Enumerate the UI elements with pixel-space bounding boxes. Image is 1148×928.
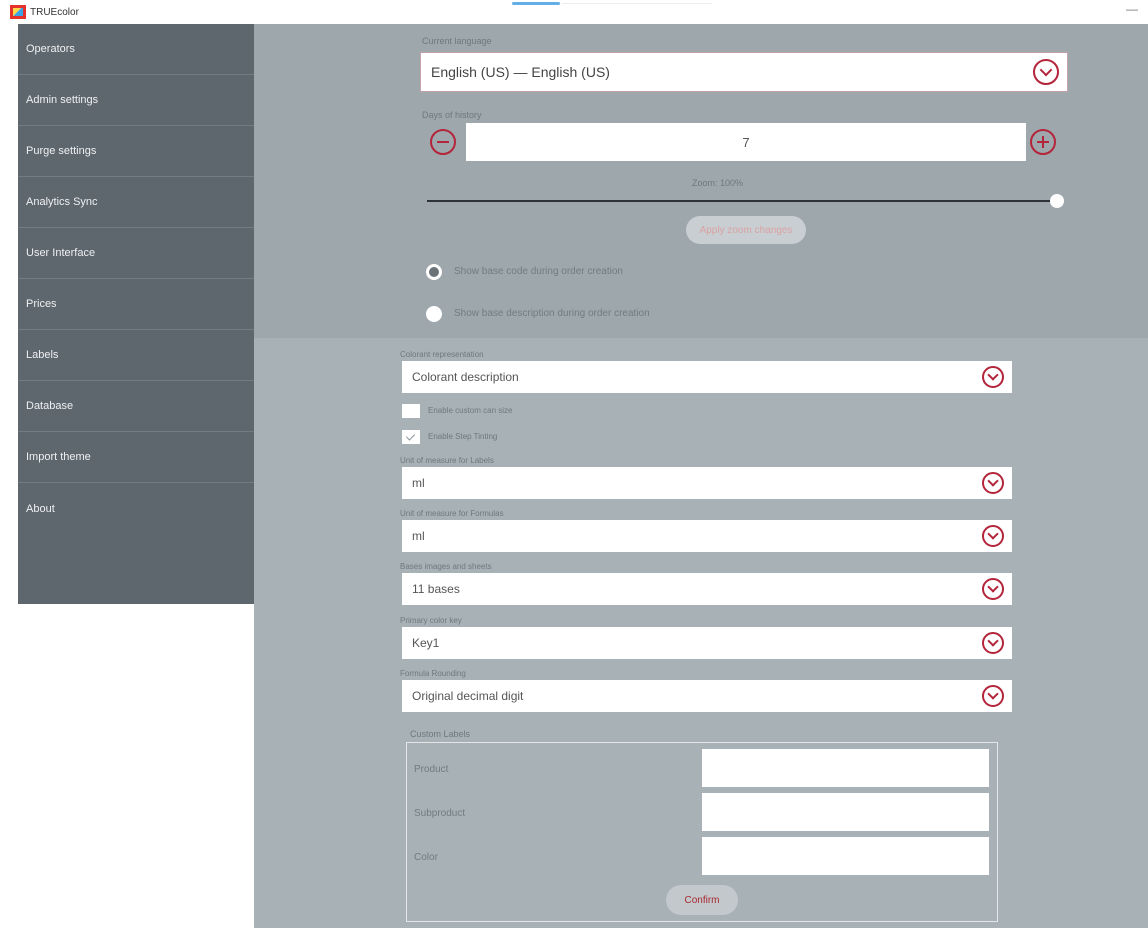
formula-rounding-label: Formula Rounding: [400, 669, 466, 678]
zoom-slider-thumb[interactable]: [1050, 194, 1064, 208]
sidebar-item-user-interface[interactable]: User Interface: [18, 228, 254, 279]
custom-label-subproduct-input[interactable]: [702, 793, 989, 831]
decrement-button[interactable]: [430, 129, 456, 155]
unit-labels-value: ml: [412, 476, 425, 490]
loading-indicator: [512, 2, 560, 5]
custom-can-size-checkbox[interactable]: [402, 404, 420, 418]
sidebar-item-about[interactable]: About: [18, 483, 254, 534]
sidebar-item-admin-settings[interactable]: Admin settings: [18, 75, 254, 126]
app-title: TRUEcolor: [30, 6, 79, 18]
step-tinting-checkbox[interactable]: [402, 430, 420, 444]
custom-labels-title: Custom Labels: [410, 729, 471, 739]
formula-rounding-value: Original decimal digit: [412, 689, 524, 703]
base-description-label: Show base description during order creat…: [454, 308, 650, 319]
chevron-down-icon: [982, 366, 1004, 388]
custom-label-subproduct-label: Subproduct: [414, 808, 466, 819]
unit-labels-select[interactable]: ml: [402, 467, 1012, 499]
history-label: Days of history: [422, 110, 482, 120]
custom-label-color-input[interactable]: [702, 837, 989, 875]
chevron-down-icon: [982, 525, 1004, 547]
zoom-slider-track[interactable]: [427, 200, 1057, 202]
chevron-down-icon: [982, 472, 1004, 494]
language-select[interactable]: English (US) — English (US): [420, 52, 1068, 92]
step-tinting-label: Enable Step Tinting: [428, 432, 498, 441]
unit-labels-label: Unit of measure for Labels: [400, 456, 494, 465]
sidebar-item-prices[interactable]: Prices: [18, 279, 254, 330]
chevron-down-icon: [1033, 59, 1059, 85]
base-code-radio[interactable]: [426, 264, 442, 280]
base-code-label: Show base code during order creation: [454, 266, 623, 277]
primary-color-key-value: Key1: [412, 636, 440, 650]
loading-indicator-track: [562, 3, 712, 4]
sidebar-item-purge-settings[interactable]: Purge settings: [18, 126, 254, 177]
language-value: English (US) — English (US): [431, 64, 610, 80]
sidebar: Operators Admin settings Purge settings …: [18, 24, 254, 604]
bases-images-select[interactable]: 11 bases: [402, 573, 1012, 605]
sidebar-item-operators[interactable]: Operators: [18, 24, 254, 75]
primary-color-key-select[interactable]: Key1: [402, 627, 1012, 659]
history-value[interactable]: 7: [466, 123, 1026, 161]
formula-rounding-select[interactable]: Original decimal digit: [402, 680, 1012, 712]
minimize-button[interactable]: —: [1124, 2, 1140, 18]
title-bar: TRUEcolor —: [0, 0, 1148, 24]
chevron-down-icon: [982, 578, 1004, 600]
zoom-label: Zoom: 100%: [692, 178, 744, 188]
chevron-down-icon: [982, 685, 1004, 707]
colorant-representation-label: Colorant representation: [400, 350, 484, 359]
unit-formulas-label: Unit of measure for Formulas: [400, 509, 504, 518]
custom-can-size-label: Enable custom can size: [428, 406, 513, 415]
apply-zoom-button[interactable]: Apply zoom changes: [686, 216, 806, 244]
sidebar-item-labels[interactable]: Labels: [18, 330, 254, 381]
sidebar-item-import-theme[interactable]: Import theme: [18, 432, 254, 483]
sidebar-item-database[interactable]: Database: [18, 381, 254, 432]
bases-images-value: 11 bases: [412, 582, 460, 596]
unit-formulas-value: ml: [412, 529, 425, 543]
language-label: Current language: [422, 36, 492, 46]
custom-label-product-label: Product: [414, 764, 449, 775]
chevron-down-icon: [982, 632, 1004, 654]
custom-label-product-input[interactable]: [702, 749, 989, 787]
colorant-representation-select[interactable]: Colorant description: [402, 361, 1012, 393]
confirm-button[interactable]: Confirm: [666, 885, 738, 915]
custom-label-color-label: Color: [414, 852, 438, 863]
app-logo-icon: [10, 5, 26, 19]
unit-formulas-select[interactable]: ml: [402, 520, 1012, 552]
bases-images-label: Bases images and sheets: [400, 562, 492, 571]
sidebar-item-analytics-sync[interactable]: Analytics Sync: [18, 177, 254, 228]
settings-panel: Current language English (US) — English …: [254, 24, 1148, 928]
increment-button[interactable]: [1030, 129, 1056, 155]
primary-color-key-label: Primary color key: [400, 616, 462, 625]
base-description-radio[interactable]: [426, 306, 442, 322]
colorant-representation-value: Colorant description: [412, 370, 519, 384]
